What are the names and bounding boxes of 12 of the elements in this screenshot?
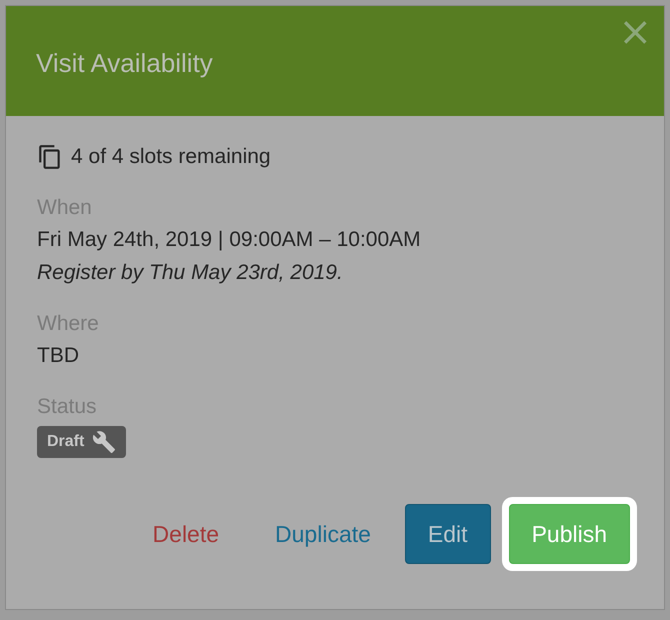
action-link[interactable]: Delete [130,504,242,564]
slots-remaining: 4 of 4 slots remaining [71,144,271,170]
field-value: TBD [37,343,79,369]
action-button[interactable]: Edit [404,504,491,564]
copy-icon [37,144,63,170]
badge-label: Draft [47,433,84,451]
dialog-title: Visit Availability [36,48,213,78]
field-value: Register by Thu May 23rd, 2019. [37,260,343,286]
action-link[interactable]: Duplicate [253,504,393,564]
field-value: Fri May 24th, 2019 | 09:00AM – 10:00AM [37,227,421,253]
close-button[interactable]: × [614,12,656,52]
wrench-icon [92,430,116,454]
